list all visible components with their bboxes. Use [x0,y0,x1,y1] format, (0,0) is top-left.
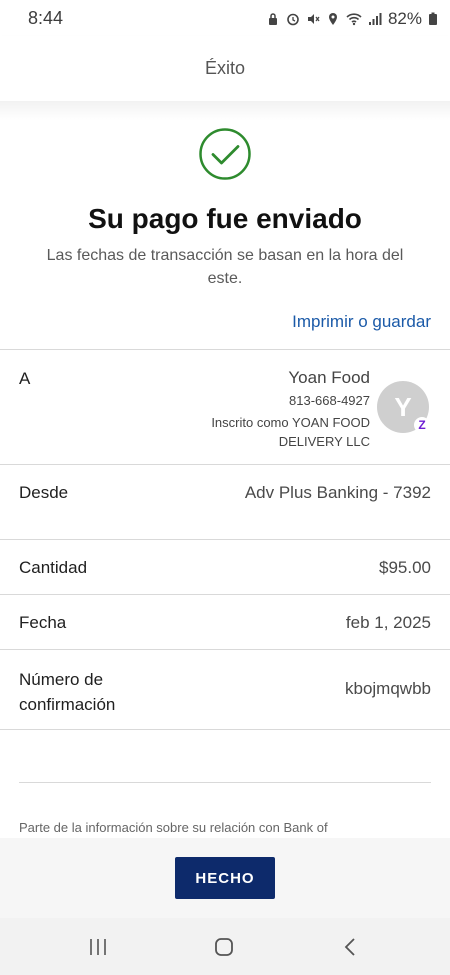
amount-label: Cantidad [19,558,88,577]
status-bar: 8:44 82% [0,0,450,36]
success-headline: Su pago fue enviado [88,203,362,234]
from-account: Adv Plus Banking - 7392 [244,483,431,502]
divider [0,729,450,730]
recipient-name: Yoan Food [288,368,370,387]
zelle-badge-icon: Z [414,417,430,433]
recent-apps-icon [90,939,106,955]
recent-apps-button[interactable] [83,934,113,960]
divider [0,539,450,540]
back-button[interactable] [335,934,365,960]
print-or-save-link[interactable]: Imprimir o guardar [292,312,431,332]
battery-percent: 82% [387,9,422,28]
wifi-icon [346,13,362,26]
signal-icon [368,13,382,25]
confirmation-number: kbojmqwbb [345,679,431,698]
system-nav-bar [0,918,450,975]
recipient-phone: 813-668-4927 [289,393,370,408]
success-check-icon [199,128,251,180]
divider [0,594,450,595]
location-icon [328,13,337,25]
page-title: Éxito [204,58,246,78]
divider [19,782,431,783]
home-button[interactable] [209,934,239,960]
lock-icon [268,13,277,25]
avatar-initial: Y [394,391,412,422]
top-app-bar: Éxito [0,36,450,101]
divider [0,649,450,650]
to-label: A [19,369,31,388]
done-button[interactable]: HECHO [175,857,275,899]
header-shadow [0,101,450,121]
success-block [0,127,450,181]
status-time: 8:44 [28,8,64,28]
recipient-enrolled-name: Inscrito como YOAN FOOD DELIVERY LLC [211,415,370,449]
alarm-icon [287,13,299,26]
battery-icon [429,12,437,25]
divider [0,349,450,350]
from-label: Desde [19,483,69,502]
confirmation-label: Número de confirmación [19,670,116,714]
home-icon [215,938,233,956]
date-value: feb 1, 2025 [345,613,431,632]
status-icons: 82% [266,9,438,29]
divider [0,464,450,465]
date-label: Fecha [19,613,67,632]
back-icon [344,938,355,956]
disclaimer-text: Parte de la información sobre su relació… [19,820,328,835]
mute-icon [307,14,320,24]
amount-value: $95.00 [379,558,431,577]
timezone-note: Las fechas de transacción se basan en la… [46,247,404,287]
